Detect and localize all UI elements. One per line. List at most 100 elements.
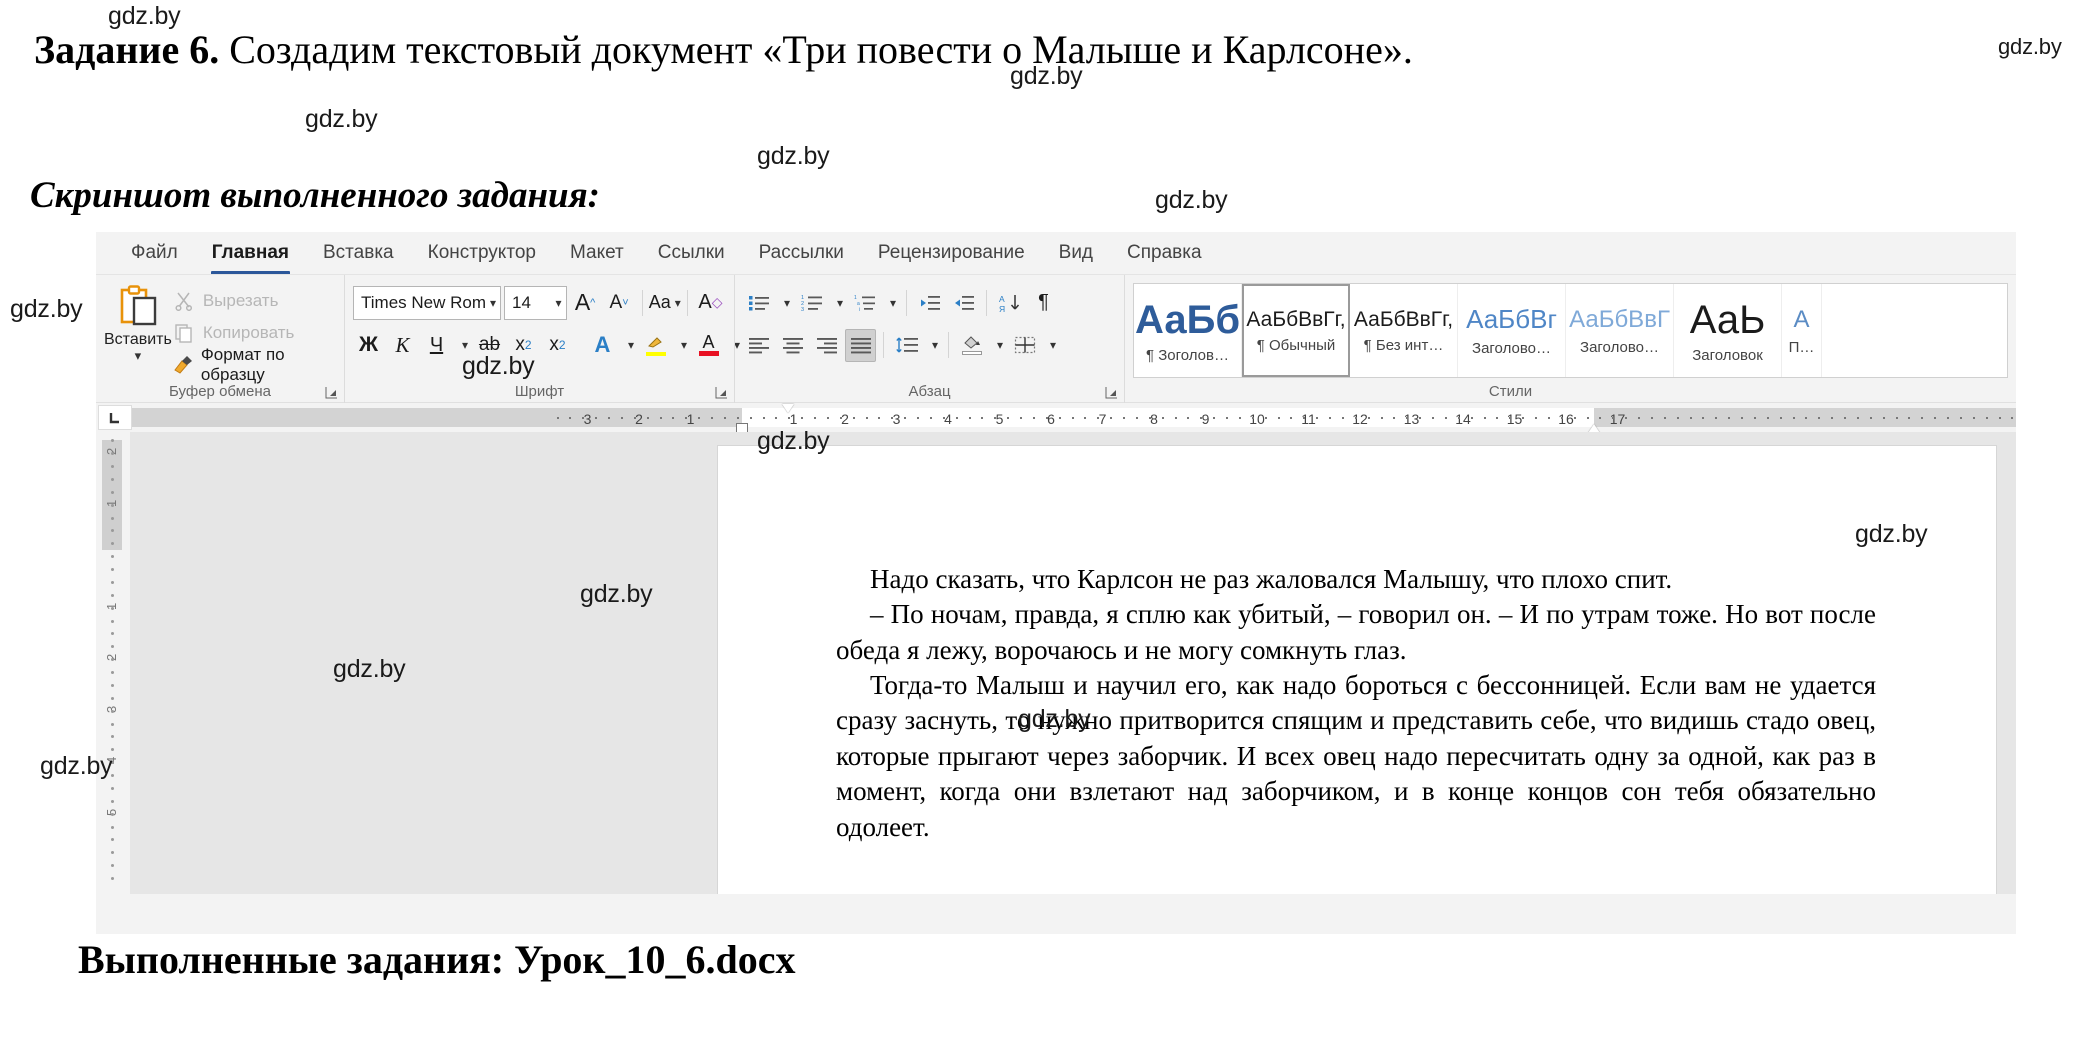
- font-dialog-launcher[interactable]: [715, 386, 728, 399]
- multilevel-list-button[interactable]: 1ai: [849, 286, 880, 319]
- vertical-ruler[interactable]: 2112345: [96, 432, 130, 894]
- underline-dropdown[interactable]: ▾: [455, 329, 471, 362]
- shrink-font-button[interactable]: A ˅: [604, 286, 635, 319]
- vruler-minor-mark: [111, 645, 114, 649]
- style-preview: АаБб: [1134, 299, 1241, 341]
- style-item-normal[interactable]: АаБбВвГг, ¶ Обычный: [1242, 284, 1350, 377]
- ruler-minor-mark: [1007, 417, 1010, 419]
- ruler-minor-mark: [659, 417, 662, 419]
- chevron-down-icon[interactable]: ▾: [675, 296, 681, 310]
- ruler-minor-mark: [1676, 417, 1679, 419]
- style-item-title[interactable]: АаЬ Заголовок: [1674, 284, 1782, 377]
- superscript-button[interactable]: x2: [542, 329, 573, 362]
- tab-review[interactable]: Рецензирование: [861, 238, 1042, 268]
- font-name-input[interactable]: Times New Rom ▾: [353, 285, 501, 320]
- tab-file[interactable]: Файл: [114, 238, 195, 268]
- sort-button[interactable]: AЯ: [994, 286, 1025, 319]
- align-left-button[interactable]: [743, 329, 774, 362]
- vruler-minor-mark: [111, 671, 114, 675]
- shading-dropdown[interactable]: ▾: [990, 329, 1006, 362]
- style-preview: АаБбВвГ: [1569, 307, 1670, 333]
- tab-home[interactable]: Главная: [195, 238, 306, 275]
- style-item-subtitle[interactable]: А П…: [1782, 284, 1822, 377]
- clipboard-dialog-launcher[interactable]: [325, 386, 338, 399]
- font-size-input[interactable]: 14 ▾: [504, 285, 567, 320]
- tab-help[interactable]: Справка: [1110, 238, 1219, 268]
- ruler-minor-mark: [994, 417, 997, 419]
- borders-button[interactable]: [1009, 329, 1040, 362]
- first-line-indent-marker[interactable]: [782, 404, 795, 413]
- ruler-minor-mark: [1097, 417, 1100, 419]
- divider: [883, 332, 884, 358]
- chevron-down-icon[interactable]: ▾: [556, 296, 562, 310]
- format-painter-button[interactable]: Формат по образцу: [172, 345, 336, 384]
- subscript-button[interactable]: x2: [508, 329, 539, 362]
- style-item-heading1[interactable]: АаБб ¶ Зоголов…: [1134, 284, 1242, 377]
- style-item-heading2[interactable]: АаБбВг Заголово…: [1458, 284, 1566, 377]
- paragraph-dialog-launcher[interactable]: [1105, 386, 1118, 399]
- line-spacing-button[interactable]: [891, 329, 922, 362]
- italic-button[interactable]: К: [387, 329, 418, 362]
- change-case-button[interactable]: Aa ▾: [649, 286, 681, 319]
- style-item-no-spacing[interactable]: АаБбВвГг, ¶ Без инт…: [1350, 284, 1458, 377]
- multilevel-list-dropdown[interactable]: ▾: [883, 286, 899, 319]
- document-paragraph: Тогда-то Малыш и научил его, как надо бо…: [836, 670, 1876, 842]
- text-effects-button[interactable]: A: [587, 329, 618, 362]
- bold-button[interactable]: Ж: [353, 329, 384, 362]
- document-page[interactable]: Надо сказать, что Карлсон не раз жаловал…: [718, 446, 1996, 894]
- horizontal-ruler[interactable]: 3 2 1 1 2 3 4 5 6 7 8 9 10 11 12 13 14 15 16 17: [132, 404, 2016, 435]
- font-color-label: A: [702, 332, 715, 352]
- highlight-dropdown[interactable]: ▾: [674, 329, 690, 362]
- tab-mailings[interactable]: Рассылки: [742, 238, 861, 268]
- underline-button[interactable]: Ч: [421, 329, 452, 362]
- ruler-minor-mark: [1934, 417, 1937, 419]
- align-right-button[interactable]: [811, 329, 842, 362]
- bullet-list-dropdown[interactable]: ▾: [777, 286, 793, 319]
- align-center-button[interactable]: [777, 329, 808, 362]
- ruler-tick: 13: [1403, 411, 1420, 427]
- ruler-minor-mark: [1071, 417, 1074, 419]
- style-item-heading3[interactable]: АаБбВвГ Заголово…: [1566, 284, 1674, 377]
- numbered-list-dropdown[interactable]: ▾: [830, 286, 846, 319]
- clear-formatting-button[interactable]: A ◇: [695, 286, 726, 319]
- copy-icon: [172, 321, 196, 345]
- decrease-indent-button[interactable]: [914, 286, 945, 319]
- ruler-minor-mark: [1908, 417, 1911, 419]
- tab-layout[interactable]: Макет: [553, 238, 641, 268]
- vruler-minor-mark: [111, 786, 114, 790]
- numbered-list-button[interactable]: 123: [796, 286, 827, 319]
- borders-dropdown[interactable]: ▾: [1043, 329, 1059, 362]
- vruler-minor-mark: [111, 606, 114, 610]
- ruler-minor-mark: [1251, 417, 1254, 419]
- copy-button[interactable]: Копировать: [172, 319, 336, 347]
- tab-design[interactable]: Конструктор: [411, 238, 553, 268]
- increase-indent-button[interactable]: [948, 286, 979, 319]
- bullet-list-button[interactable]: [743, 286, 774, 319]
- ruler-minor-mark: [1818, 417, 1821, 419]
- ruler-minor-mark: [1612, 417, 1615, 419]
- vruler-minor-mark: [111, 812, 114, 816]
- document-text[interactable]: Надо сказать, что Карлсон не раз жаловал…: [836, 562, 1876, 845]
- tab-references[interactable]: Ссылки: [641, 238, 742, 268]
- ruler-minor-mark: [646, 417, 649, 419]
- show-marks-button[interactable]: ¶: [1028, 286, 1059, 319]
- line-spacing-dropdown[interactable]: ▾: [925, 329, 941, 362]
- cut-button[interactable]: Вырезать: [172, 287, 336, 315]
- tab-stop-selector[interactable]: [98, 405, 132, 430]
- document-area: 2112345 Надо сказать, что Карлсон не раз…: [96, 432, 2016, 894]
- shading-button[interactable]: [956, 329, 987, 362]
- text-effects-dropdown[interactable]: ▾: [621, 329, 637, 362]
- style-preview: АаЬ: [1689, 299, 1766, 341]
- align-justify-button[interactable]: [845, 328, 876, 362]
- grow-font-button[interactable]: A ^: [570, 286, 601, 319]
- document-scroll-region[interactable]: Надо сказать, что Карлсон не раз жаловал…: [130, 432, 2016, 894]
- ribbon-group-font: Times New Rom ▾ 14 ▾ A ^ A ˅ Aa ▾ A ◇ Ж …: [344, 275, 740, 403]
- highlight-button[interactable]: [640, 329, 671, 362]
- strikethrough-button[interactable]: ab: [474, 329, 505, 362]
- font-color-button[interactable]: A: [693, 329, 724, 362]
- chevron-down-icon[interactable]: ▾: [135, 349, 142, 362]
- tab-view[interactable]: Вид: [1042, 238, 1110, 268]
- style-gallery[interactable]: АаБб ¶ Зоголов… АаБбВвГг, ¶ Обычный АаБб…: [1133, 283, 2008, 378]
- tab-insert[interactable]: Вставка: [306, 238, 411, 268]
- chevron-down-icon[interactable]: ▾: [490, 296, 496, 310]
